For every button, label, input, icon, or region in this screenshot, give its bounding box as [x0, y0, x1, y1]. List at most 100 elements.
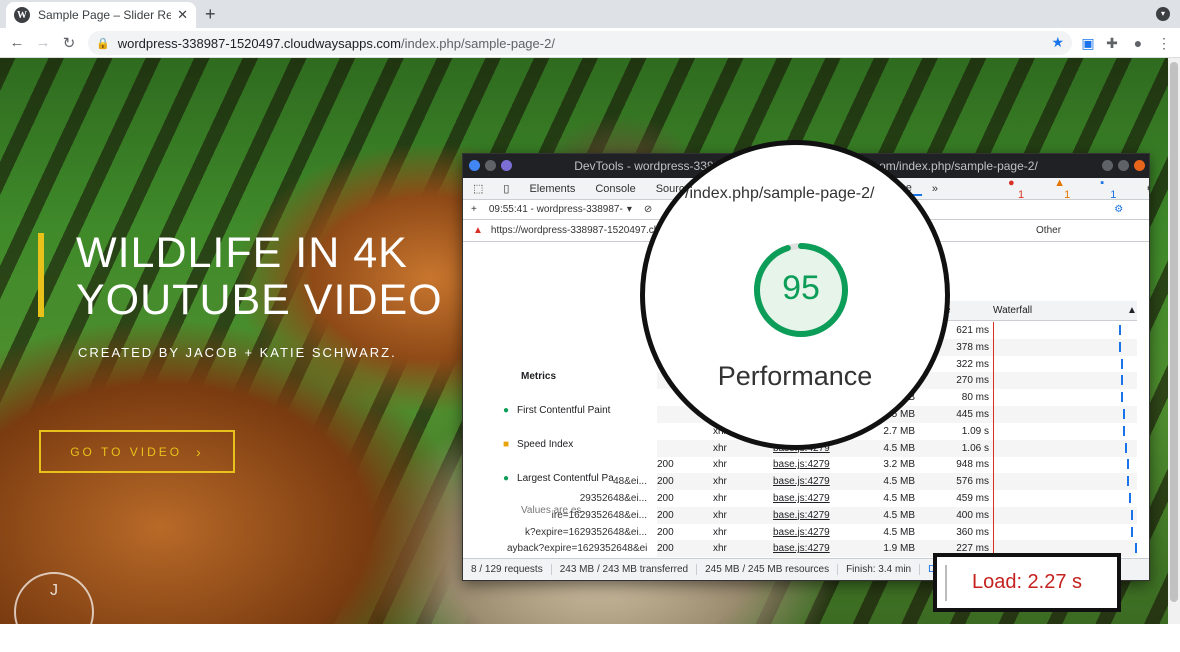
load-time-text: Load: 2.27 s — [971, 571, 1083, 593]
row-time: 576 ms — [956, 476, 989, 488]
waterfall-bar — [1129, 493, 1131, 503]
puzzle-extensions-icon[interactable]: ✚ — [1102, 33, 1122, 53]
metric-label: First Contentful Paint — [517, 405, 611, 416]
more-tabs-icon[interactable]: » — [922, 183, 948, 195]
tab-search-icon[interactable]: ▾ — [1156, 7, 1170, 21]
menu-kebab-icon[interactable]: ⋮ — [1154, 33, 1174, 53]
row-time: 459 ms — [956, 493, 989, 504]
bookmark-star-icon[interactable]: ★ — [1051, 34, 1064, 51]
back-icon[interactable]: ← — [4, 34, 30, 51]
waterfall-bar — [1131, 509, 1133, 520]
waterfall-bar — [1127, 459, 1129, 470]
other-label: Other — [1036, 225, 1062, 236]
address-bar[interactable]: 🔒 wordpress-338987-1520497.cloudwaysapps… — [88, 31, 1072, 55]
cta-label: GO TO VIDEO — [70, 444, 183, 459]
address-path: /index.php/sample-page-2/ — [401, 35, 555, 51]
row-size: 4.5 MB — [883, 493, 915, 504]
hero-subtitle: CREATED BY JACOB + KATIE SCHWARZ. — [78, 345, 397, 360]
dropdown-icon[interactable]: ▾ — [627, 204, 632, 215]
row-name: 48&ei... — [613, 476, 647, 488]
average-square-icon: ■ — [503, 439, 510, 450]
device-toggle-icon[interactable]: ▯ — [493, 182, 519, 195]
profile-avatar-icon[interactable]: ● — [1128, 33, 1148, 53]
message-count: ▪ 1 — [1090, 177, 1136, 201]
new-report-icon[interactable]: + — [471, 204, 477, 215]
row-status: 200 — [657, 493, 674, 504]
row-status: 200 — [657, 476, 674, 488]
load-time-badge: Load: 2.27 s — [933, 553, 1121, 612]
maximize-icon[interactable] — [1118, 160, 1129, 171]
table-row[interactable]: ire=1629352648&ei... 200 xhr base.js:4279 4.… — [552, 506, 1137, 524]
row-initiator[interactable]: base.js:4279 — [773, 456, 843, 473]
row-initiator[interactable]: base.js:4279 — [773, 507, 843, 524]
waterfall-bar — [1121, 358, 1123, 369]
pass-dot-icon: ● — [503, 405, 510, 416]
metrics-heading: Metrics — [521, 371, 557, 382]
address-host: wordpress-338987-1520497.cloudwaysapps.c… — [117, 35, 401, 51]
lighthouse-icon: ▲ — [473, 225, 483, 236]
close-window-icon[interactable] — [1134, 160, 1145, 171]
table-row[interactable]: 29352648&ei... 200 xhr base.js:4279 4.5 MB 45… — [580, 490, 1137, 507]
hero-title: WILDLIFE IN 4K YOUTUBE VIDEO — [76, 230, 443, 324]
site-logo-icon[interactable]: J — [14, 572, 94, 652]
row-size: 4.5 MB — [883, 476, 915, 488]
row-time: 445 ms — [956, 409, 989, 420]
reload-icon[interactable]: ↻ — [56, 34, 82, 52]
page-scrollbar[interactable] — [1168, 58, 1180, 624]
waterfall-bar — [1119, 341, 1121, 352]
tab-console[interactable]: Console — [585, 183, 645, 195]
table-row[interactable]: 200 xhr base.js:4279 3.2 MB 948 ms — [657, 456, 1137, 473]
hero-title-line1: WILDLIFE IN 4K — [76, 229, 408, 277]
sort-up-icon[interactable]: ▲ — [1127, 301, 1137, 321]
row-initiator[interactable]: base.js:4279 — [773, 540, 843, 557]
table-row[interactable]: xhrbase.js:42794.5 MB1.06 s — [657, 439, 1137, 457]
close-tab-icon[interactable]: ✕ — [177, 7, 188, 23]
browser-toolbar: ← → ↻ 🔒 wordpress-338987-1520497.cloudwa… — [0, 28, 1180, 58]
col-waterfall[interactable]: Waterfall — [993, 301, 1032, 321]
warning-count: ▲ 1 — [1044, 177, 1090, 201]
lock-icon: 🔒 — [96, 37, 110, 50]
new-tab-icon[interactable]: + — [205, 4, 216, 25]
forward-icon[interactable]: → — [30, 34, 56, 51]
tab-elements[interactable]: Elements — [519, 183, 585, 195]
title-accent-bar — [38, 233, 44, 317]
row-initiator[interactable]: base.js:4279 — [773, 490, 843, 507]
row-name: 29352648&ei... — [579, 493, 647, 504]
row-initiator[interactable]: base.js:4279 — [773, 473, 843, 490]
row-size: 4.5 MB — [883, 442, 915, 454]
waterfall-bar — [1135, 543, 1137, 554]
row-type: xhr — [713, 493, 727, 504]
error-count: ● 1 — [998, 177, 1044, 201]
minimize-icon[interactable] — [1102, 160, 1113, 171]
row-name: ire=1629352648&ei... — [551, 509, 647, 521]
go-to-video-button[interactable]: GO TO VIDEO › — [39, 430, 235, 473]
tab-strip: W Sample Page – Slider Revolu ✕ + ▾ — [0, 0, 1180, 28]
row-initiator[interactable]: base.js:4279 — [773, 524, 843, 541]
scrollbar-thumb[interactable] — [1170, 62, 1178, 602]
error-count-value: 1 — [1018, 188, 1025, 201]
table-row[interactable]: k?expire=1629352648&ei... 200 xhr base.js:4… — [525, 524, 1137, 541]
report-selector[interactable]: 09:55:41 - wordpress-338987- — [489, 204, 623, 215]
browser-tab[interactable]: W Sample Page – Slider Revolu ✕ — [6, 2, 196, 28]
row-time: 360 ms — [956, 526, 989, 538]
metric-speed-index: ■ Speed Index — [503, 439, 573, 450]
row-name: k?expire=1629352648&ei... — [524, 526, 647, 538]
inspect-icon[interactable]: ⬚ — [463, 182, 493, 195]
clear-icon[interactable]: ⊘ — [644, 204, 652, 215]
row-size: 4.5 MB — [883, 526, 915, 538]
settings-gear-icon[interactable]: ⚙ — [1136, 182, 1149, 195]
row-status: 200 — [657, 459, 674, 471]
report-url: https://wordpress-338987-1520497.cl — [490, 225, 657, 236]
row-time: 1.09 s — [961, 425, 989, 437]
row-time: 1.06 s — [961, 442, 989, 454]
waterfall-bar — [1119, 325, 1121, 335]
table-row[interactable]: 48&ei... 200 xhr base.js:4279 4.5 MB 576 ms — [613, 473, 1137, 491]
waterfall-bar — [1121, 392, 1123, 403]
window-button-icon[interactable] — [501, 160, 512, 171]
window-button-icon[interactable] — [485, 160, 496, 171]
row-status: 200 — [657, 509, 674, 521]
waterfall-bar — [1121, 375, 1123, 386]
lighthouse-settings-icon[interactable]: ⚙ — [1114, 204, 1123, 215]
extension-icon[interactable]: ▣ — [1078, 33, 1098, 53]
row-time: 400 ms — [956, 509, 989, 521]
